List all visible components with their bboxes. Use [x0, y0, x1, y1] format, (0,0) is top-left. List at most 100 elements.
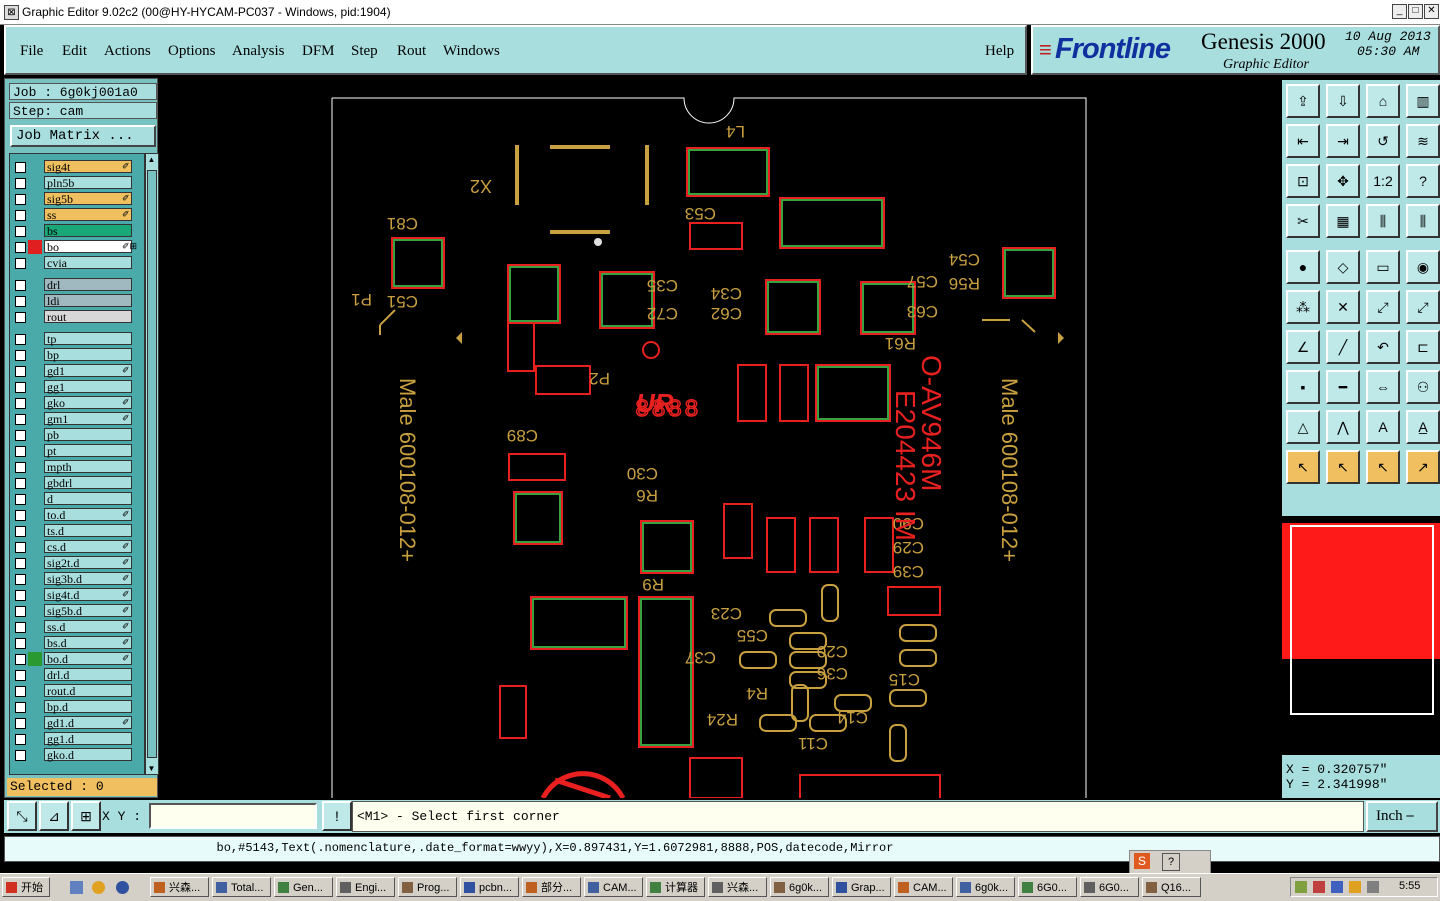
layer-name[interactable]: cvia: [44, 256, 132, 270]
layer-name[interactable]: bp: [44, 348, 132, 362]
layer-color-marker[interactable]: [28, 652, 42, 666]
layer-row[interactable]: gko.d: [10, 748, 144, 762]
layer-name[interactable]: sig4t: [44, 160, 132, 174]
taskbar-button[interactable]: Q16...: [1142, 877, 1201, 897]
layer-color-marker[interactable]: [28, 444, 42, 458]
layer-name[interactable]: rout.d: [44, 684, 132, 698]
layer-color-marker[interactable]: [28, 476, 42, 490]
quicklaunch-clock-icon[interactable]: [92, 881, 105, 894]
taskbar-button[interactable]: Total...: [212, 877, 271, 897]
grid-icon[interactable]: ▦: [1326, 204, 1360, 238]
taskbar-button[interactable]: 6G0...: [1018, 877, 1077, 897]
layer-up-icon[interactable]: ⇪: [1286, 84, 1320, 118]
taskbar-button[interactable]: 兴森...: [708, 877, 767, 897]
layer-checkbox[interactable]: [15, 398, 26, 409]
layer-name[interactable]: ss: [44, 208, 132, 222]
layer-row[interactable]: pt: [10, 444, 144, 458]
layer-row[interactable]: gko ✐: [10, 396, 144, 410]
ime-toolbar[interactable]: S ?: [1129, 850, 1211, 874]
layer-checkbox[interactable]: [15, 526, 26, 537]
layer-row[interactable]: bo ✐⊞: [10, 240, 144, 254]
units-selector[interactable]: Inch ⎯: [1366, 801, 1438, 832]
layer-name[interactable]: d: [44, 492, 132, 506]
layer-name[interactable]: drl.d: [44, 668, 132, 682]
menu-options[interactable]: Options: [168, 43, 216, 60]
layer-color-marker[interactable]: [28, 208, 42, 222]
layer-checkbox[interactable]: [15, 510, 26, 521]
taskbar-button[interactable]: Engi...: [336, 877, 395, 897]
layer-color-marker[interactable]: [28, 364, 42, 378]
layer-checkbox[interactable]: [15, 654, 26, 665]
layer-name[interactable]: bs: [44, 224, 132, 238]
layer-checkbox[interactable]: [15, 210, 26, 221]
layer-down-icon[interactable]: ⇩: [1326, 84, 1360, 118]
layer-color-marker[interactable]: [28, 460, 42, 474]
pan-right-icon[interactable]: ⇥: [1326, 124, 1360, 158]
layer-checkbox[interactable]: [15, 366, 26, 377]
layer-color-marker[interactable]: [28, 716, 42, 730]
layer-color-marker[interactable]: [28, 572, 42, 586]
layer-checkbox[interactable]: [15, 382, 26, 393]
layer-row[interactable]: gg1: [10, 380, 144, 394]
layer-checkbox[interactable]: [15, 280, 26, 291]
layer-row[interactable]: sig3b.d ✐: [10, 572, 144, 586]
layer-checkbox[interactable]: [15, 670, 26, 681]
layer-color-marker[interactable]: [28, 684, 42, 698]
info-icon[interactable]: !: [322, 801, 352, 831]
layer-color-marker[interactable]: [28, 748, 42, 762]
layer-name[interactable]: tp: [44, 332, 132, 346]
taskbar-button[interactable]: 6g0k...: [770, 877, 829, 897]
layer-row[interactable]: sig5b ✐: [10, 192, 144, 206]
layer-checkbox[interactable]: [15, 542, 26, 553]
layer-color-marker[interactable]: [28, 256, 42, 270]
select-rotate-icon[interactable]: ↖: [1366, 450, 1400, 484]
layer-name[interactable]: pb: [44, 428, 132, 442]
scale-icon[interactable]: 1:2: [1366, 164, 1400, 198]
triangle-icon[interactable]: △: [1286, 410, 1320, 444]
layer-name[interactable]: bo: [44, 240, 132, 254]
layer-color-marker[interactable]: [28, 492, 42, 506]
layer-row[interactable]: bp: [10, 348, 144, 362]
line-icon[interactable]: ⤢: [1366, 290, 1400, 324]
layer-color-marker[interactable]: [28, 508, 42, 522]
point-icon[interactable]: ▪: [1286, 370, 1320, 404]
taskbar-button[interactable]: 6G0...: [1080, 877, 1139, 897]
shape-icon[interactable]: ◇: [1326, 250, 1360, 284]
layer-name[interactable]: ldi: [44, 294, 132, 308]
tray-app-icon[interactable]: [1331, 881, 1343, 893]
layer-row[interactable]: tp: [10, 332, 144, 346]
layer-row[interactable]: gd1 ✐: [10, 364, 144, 378]
taskbar-button[interactable]: 兴森...: [150, 877, 209, 897]
taskbar-button[interactable]: Grap...: [832, 877, 891, 897]
layer-checkbox[interactable]: [15, 494, 26, 505]
layer-row[interactable]: ss ✐: [10, 208, 144, 222]
layer-name[interactable]: ss.d: [44, 620, 132, 634]
layer-checkbox[interactable]: [15, 414, 26, 425]
pan-left-icon[interactable]: ⇤: [1286, 124, 1320, 158]
layer-name[interactable]: bo.d: [44, 652, 132, 666]
layer-color-marker[interactable]: [28, 192, 42, 206]
layer-name[interactable]: pt: [44, 444, 132, 458]
layer-row[interactable]: ldi: [10, 294, 144, 308]
layer-row[interactable]: mpth: [10, 460, 144, 474]
text-alt-icon[interactable]: A̲: [1406, 410, 1440, 444]
taskbar-button[interactable]: Prog...: [398, 877, 457, 897]
taskbar-button[interactable]: Gen...: [274, 877, 333, 897]
menu-step[interactable]: Step: [351, 43, 378, 60]
taskbar-button[interactable]: 6g0k...: [956, 877, 1015, 897]
layer-color-marker[interactable]: [28, 524, 42, 538]
layer-name[interactable]: gd1.d: [44, 716, 132, 730]
layer-checkbox[interactable]: [15, 194, 26, 205]
taskbar-button[interactable]: CAM...: [894, 877, 953, 897]
layer-name[interactable]: bp.d: [44, 700, 132, 714]
measure-icon[interactable]: ⊿: [39, 801, 69, 831]
home-icon[interactable]: ⌂: [1366, 84, 1400, 118]
ruler-icon[interactable]: ▭: [1366, 250, 1400, 284]
layer-row[interactable]: gd1.d ✐: [10, 716, 144, 730]
layer-row[interactable]: bp.d: [10, 700, 144, 714]
layer-checkbox[interactable]: [15, 446, 26, 457]
menu-help[interactable]: Help: [985, 43, 1014, 60]
layer-color-marker[interactable]: [28, 588, 42, 602]
layer-checkbox[interactable]: [15, 350, 26, 361]
help-icon[interactable]: ?: [1162, 853, 1180, 871]
